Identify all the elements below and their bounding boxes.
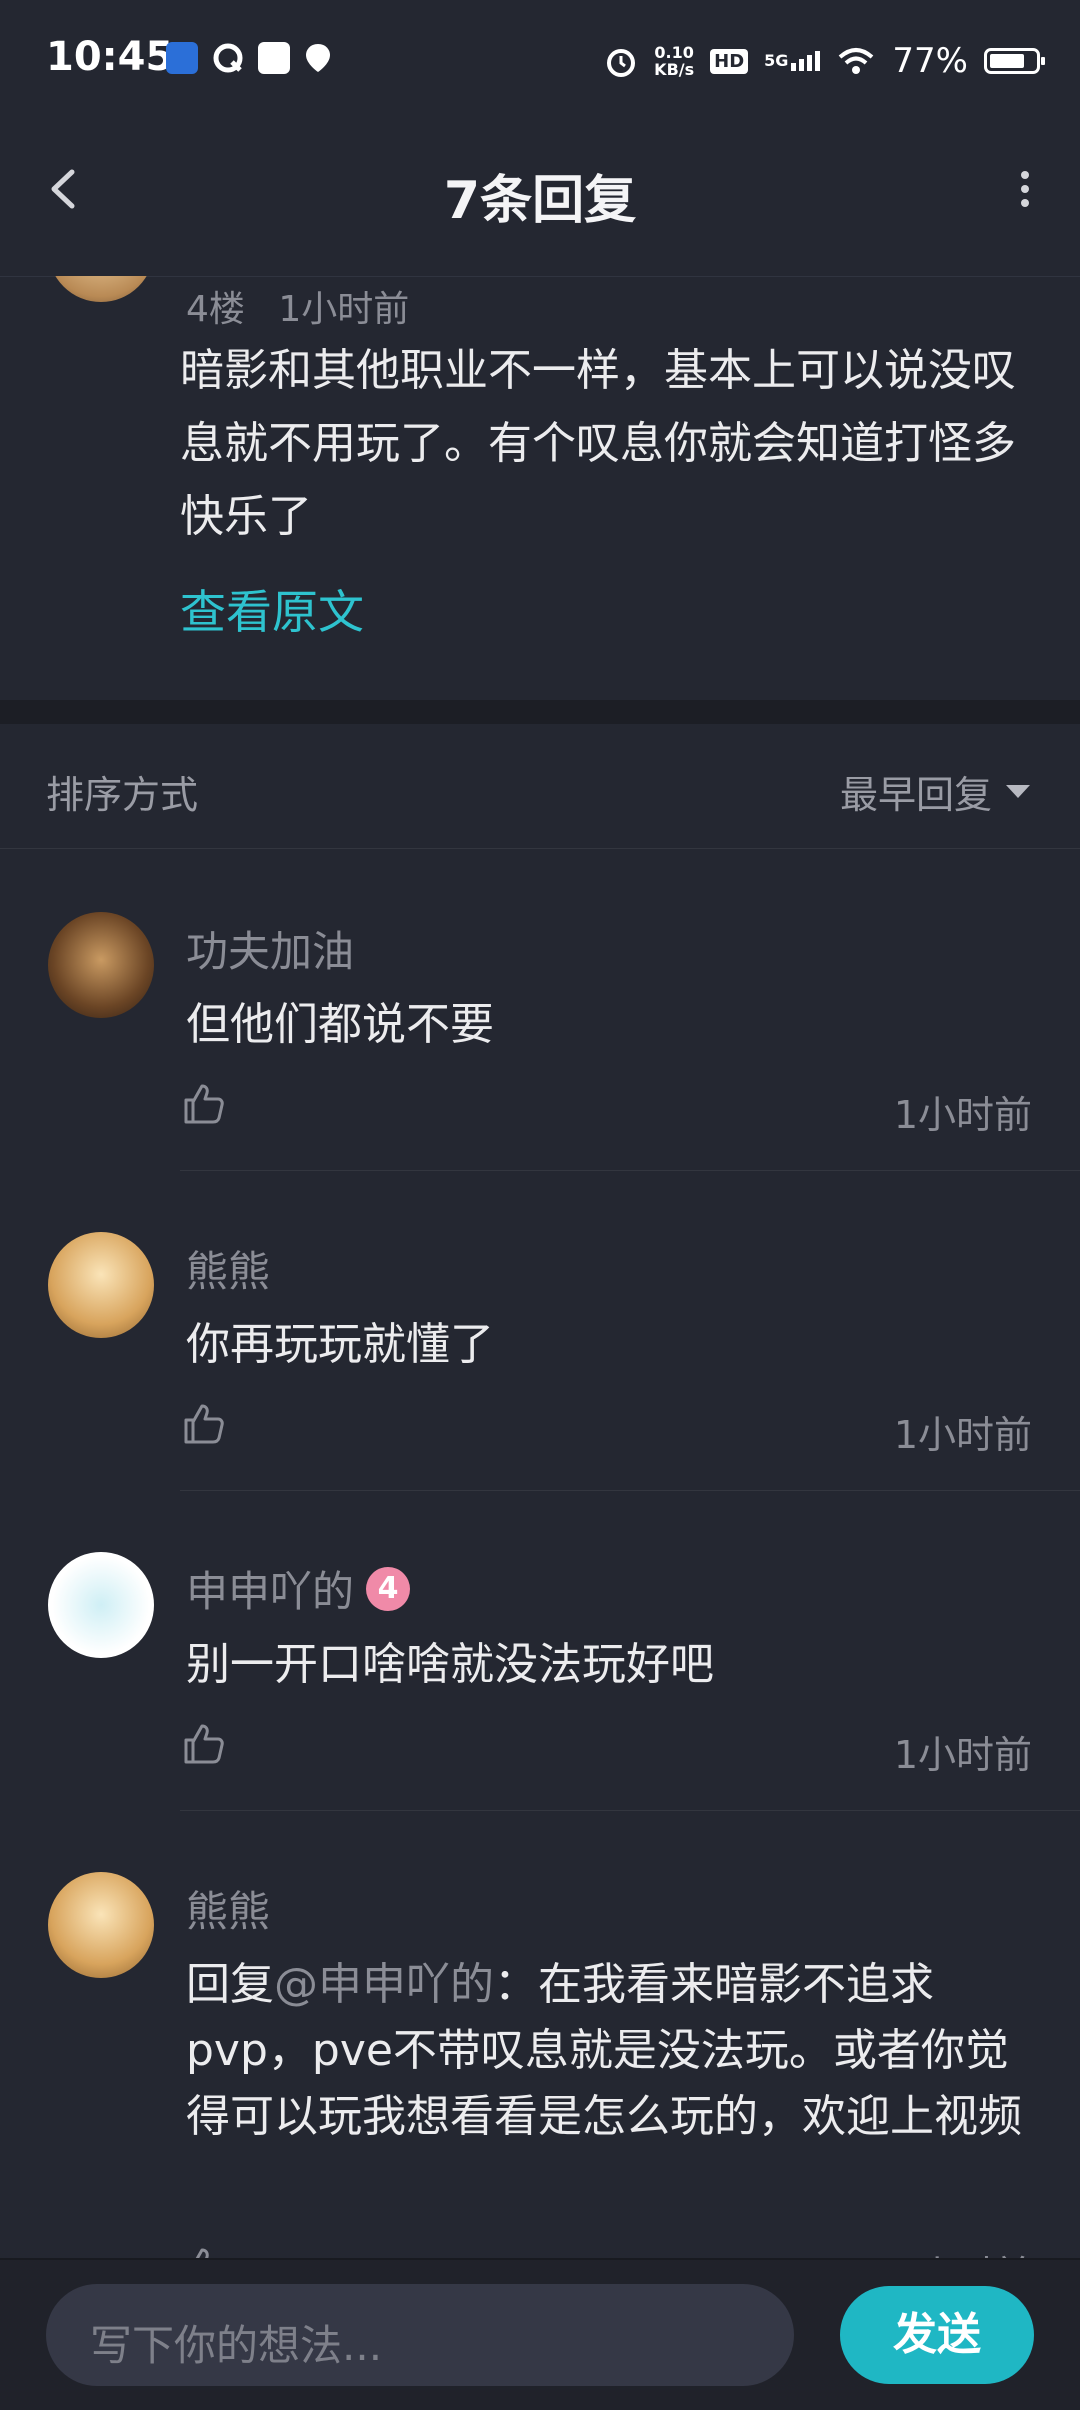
reply-username[interactable]: 功夫加油	[186, 918, 354, 979]
net-speed-value: 0.10	[654, 43, 694, 62]
thumbs-up-icon[interactable]	[180, 2244, 228, 2258]
hd-badge: HD	[710, 48, 749, 74]
avatar[interactable]	[48, 912, 154, 1018]
divider	[180, 1170, 1080, 1171]
caret-down-icon	[1006, 785, 1030, 798]
reply-text: 别一开口啥啥就没法玩好吧	[186, 1639, 714, 1690]
cell-signal-icon: 5G	[764, 51, 821, 71]
reply-time: 1小时前	[894, 2244, 1032, 2258]
divider	[180, 1490, 1080, 1491]
floor-post: 4楼 1小时前 暗影和其他职业不一样，基本上可以说没叹息就不用玩了。有个叹息你就…	[0, 276, 1080, 700]
avatar[interactable]	[48, 1232, 154, 1338]
username-text: 申申吖的	[186, 1567, 355, 1616]
mention-link[interactable]: @申申吖的	[274, 1959, 494, 2010]
reply-item: 熊熊 你再玩玩就懂了 1小时前	[0, 1232, 1080, 1552]
browser-notification-icon	[212, 42, 244, 74]
comment-composer: 写下你的想法... 发送	[0, 2258, 1080, 2410]
status-right-group: 0.10 KB/s HD 5G 77%	[604, 36, 1045, 86]
thumbs-up-icon[interactable]	[180, 1080, 228, 1128]
reply-username[interactable]: 熊熊	[186, 1238, 270, 1299]
network-type: 5G	[764, 51, 789, 70]
thumbs-up-icon[interactable]	[180, 1720, 228, 1768]
username-text: 熊熊	[186, 1247, 271, 1296]
comment-placeholder: 写下你的想法...	[90, 2321, 383, 2370]
more-vertical-icon[interactable]	[1000, 164, 1050, 214]
username-text: 熊熊	[186, 1887, 271, 1936]
thumbs-up-icon[interactable]	[180, 1400, 228, 1448]
reply-time: 1小时前	[893, 1733, 1032, 1777]
reply-item: 申申吖的 4 别一开口啥啥就没法玩好吧 1小时前	[0, 1552, 1080, 1872]
reply-time: 1小时前	[893, 1413, 1032, 1457]
app-notification-icon	[166, 42, 198, 74]
wifi-icon	[839, 48, 874, 74]
floor-number: 4楼	[186, 289, 245, 330]
avatar[interactable]	[48, 276, 154, 302]
comment-input[interactable]: 写下你的想法...	[46, 2284, 794, 2386]
floor-meta: 4楼 1小时前	[186, 280, 431, 332]
reply-prefix: 回复	[186, 1959, 274, 2010]
floor-text: 暗影和其他职业不一样，基本上可以说没叹息就不用玩了。有个叹息你就会知道打怪多快乐…	[180, 345, 1016, 542]
reply-text: 你再玩玩就懂了	[186, 1319, 494, 1370]
status-bar: 10:45 0.10 KB/s HD 5G 77%	[0, 0, 1080, 120]
divider	[180, 1810, 1080, 1811]
reply-time: 1小时前	[893, 1093, 1032, 1137]
sort-value: 最早回复	[839, 773, 992, 817]
avatar[interactable]	[48, 1552, 154, 1658]
battery-percent: 77%	[892, 41, 968, 81]
net-speed: 0.10 KB/s	[654, 44, 694, 78]
alarm-icon	[607, 49, 636, 77]
reply-item: 熊熊 回复@申申吖的：在我看来暗影不追求pvp，pve不带叹息就是没法玩。或者你…	[0, 1872, 1080, 2258]
location-icon	[302, 42, 334, 74]
battery-icon	[984, 48, 1045, 74]
reply-username[interactable]: 申申吖的 4	[186, 1558, 411, 1619]
sort-dropdown[interactable]: 最早回复	[840, 764, 1030, 819]
top-navbar: 7条回复	[0, 120, 1080, 277]
page-title: 7条回复	[443, 171, 637, 231]
level-badge: 4	[366, 1566, 411, 1611]
view-original-link[interactable]: 查看原文	[180, 576, 364, 642]
taobao-notification-icon	[258, 42, 290, 74]
reply-text: 回复@申申吖的：在我看来暗影不追求pvp，pve不带叹息就是没法玩。或者你觉得可…	[186, 1952, 1046, 2150]
reply-text: 但他们都说不要	[186, 999, 494, 1050]
status-time: 10:45	[46, 34, 174, 80]
net-speed-unit: KB/s	[654, 60, 695, 79]
sort-label: 排序方式	[46, 773, 199, 817]
avatar[interactable]	[48, 1872, 154, 1978]
section-separator	[0, 700, 1080, 724]
sort-bar: 排序方式 最早回复	[0, 724, 1080, 849]
send-button[interactable]: 发送	[840, 2286, 1034, 2384]
floor-time: 1小时前	[278, 289, 410, 330]
username-text: 功夫加油	[186, 927, 355, 976]
reply-username[interactable]: 熊熊	[186, 1878, 270, 1939]
reply-item: 功夫加油 但他们都说不要 1小时前	[0, 912, 1080, 1232]
